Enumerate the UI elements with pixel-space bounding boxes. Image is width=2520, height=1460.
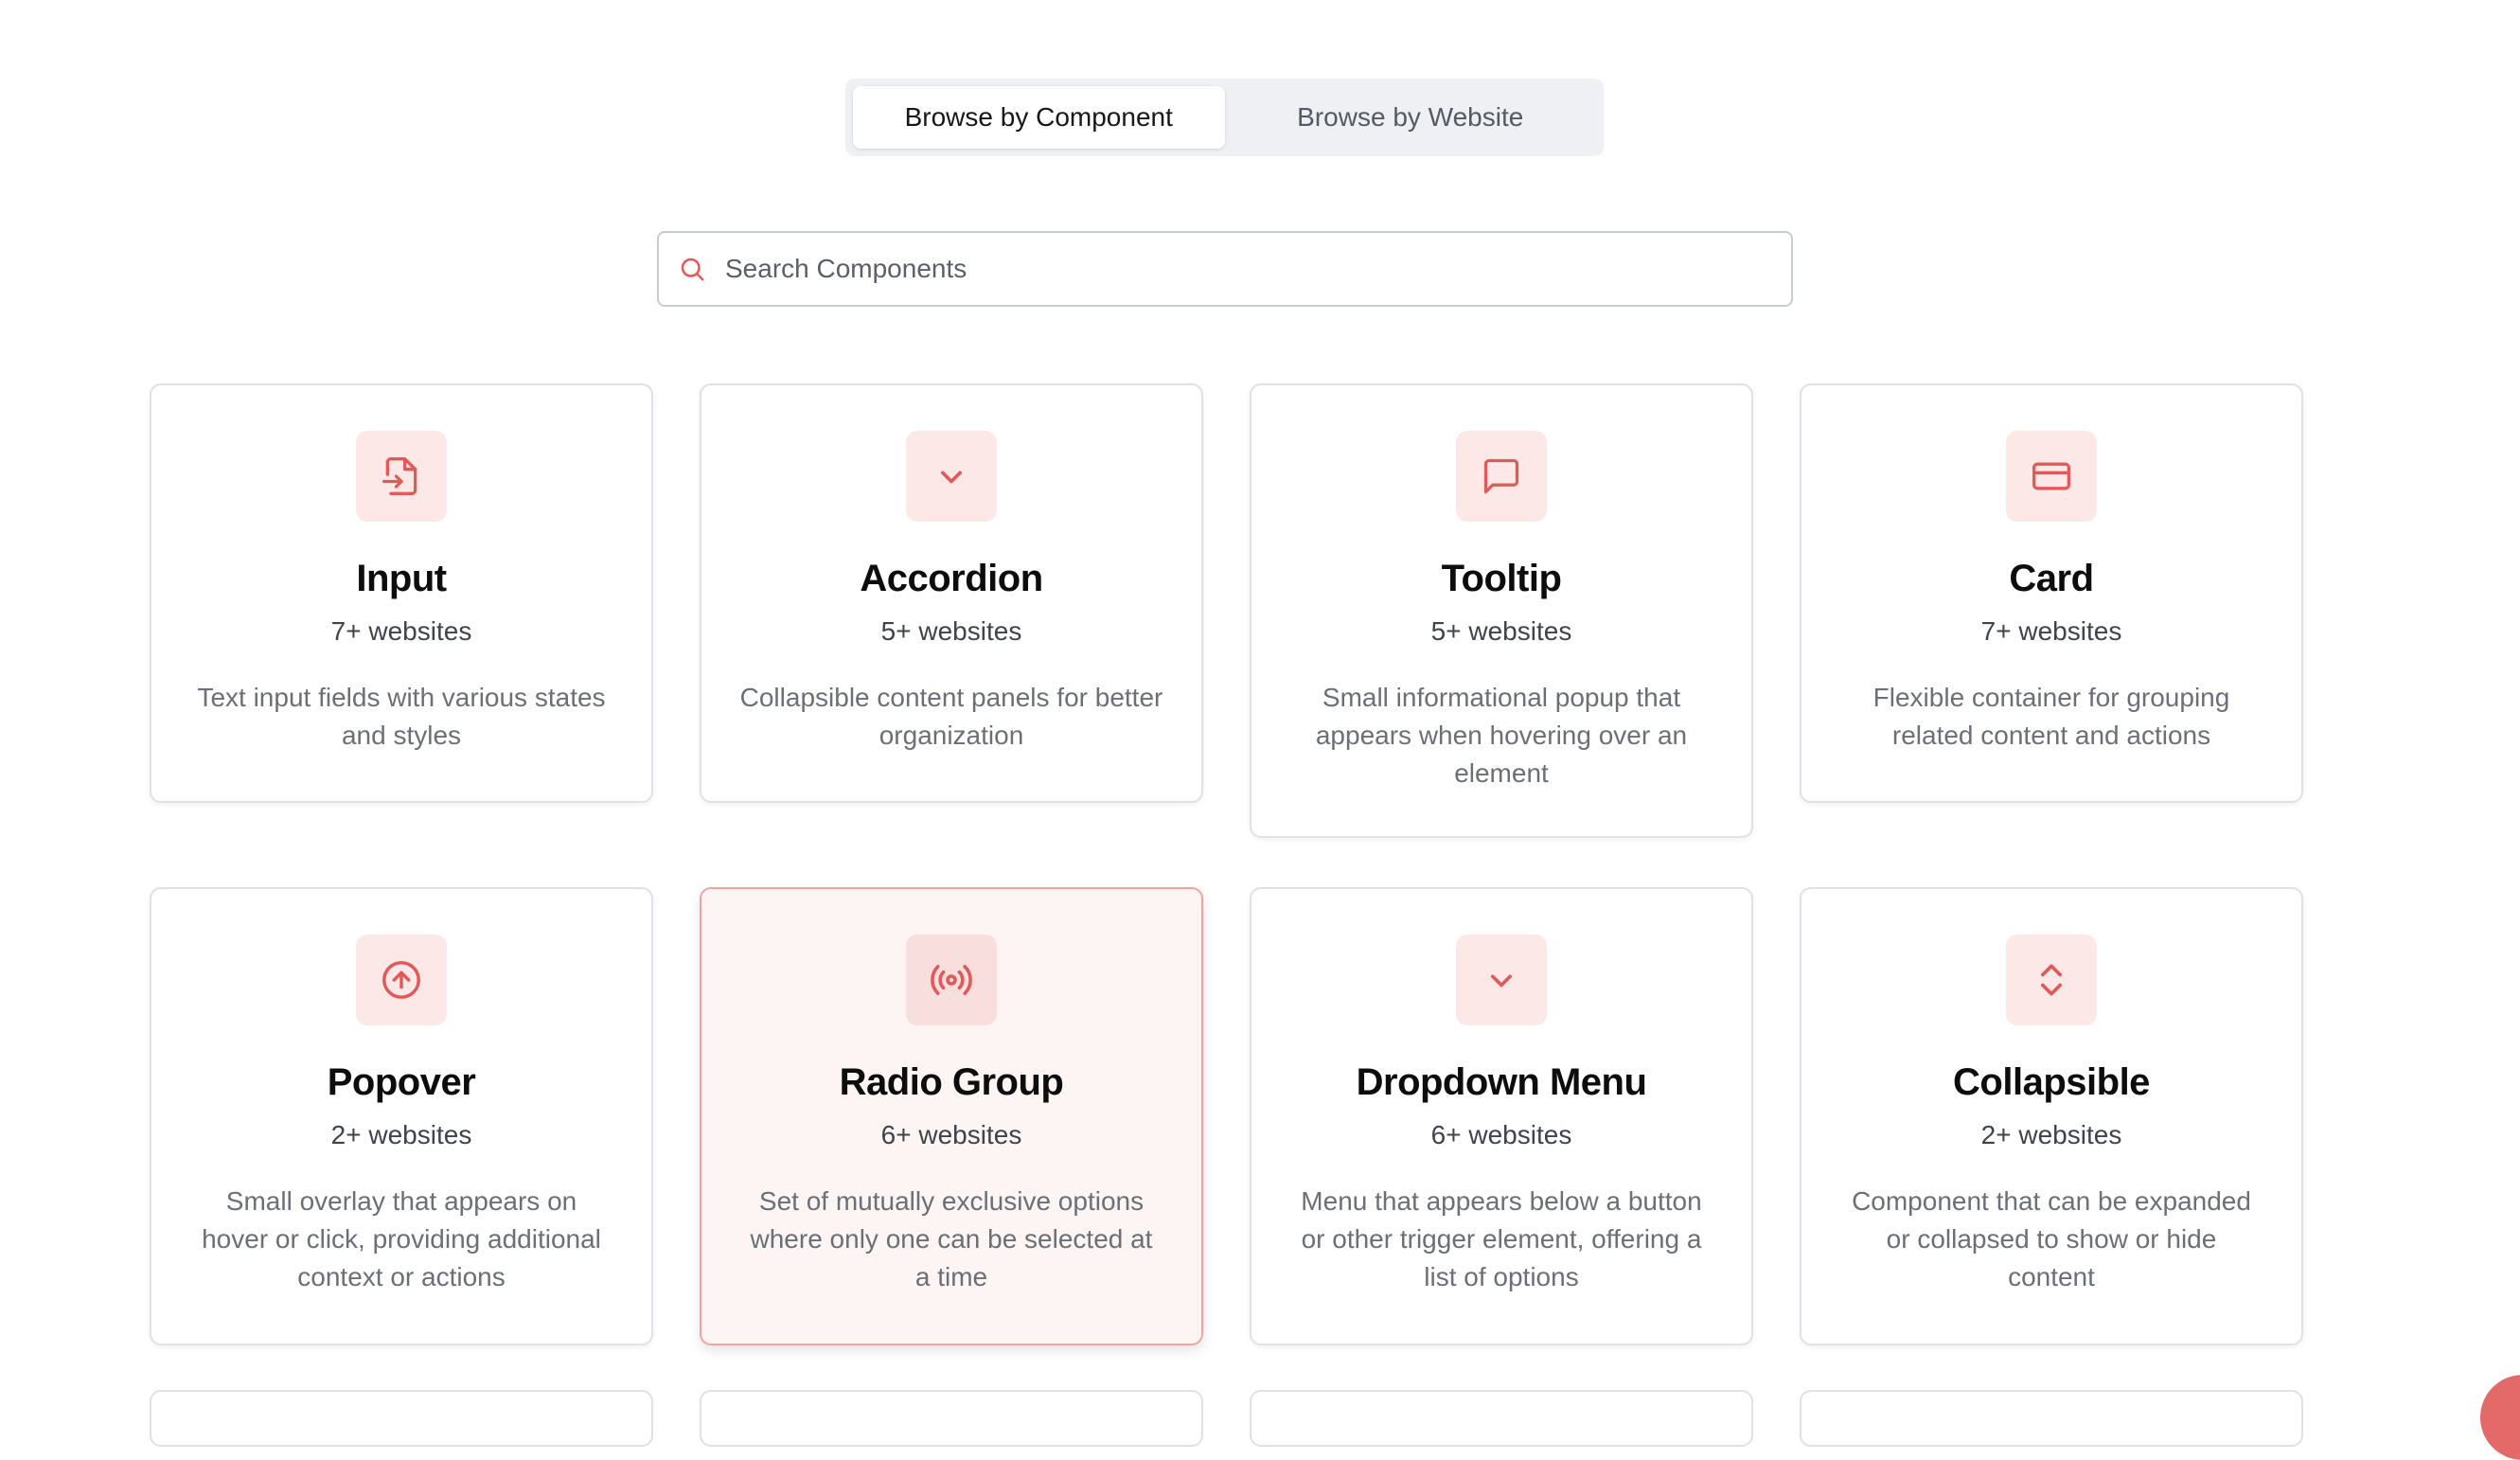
chevron-down-icon — [906, 431, 997, 522]
card-title: Dropdown Menu — [1356, 1061, 1647, 1103]
card-website-count: 7+ websites — [330, 616, 472, 646]
card-title: Popover — [327, 1061, 476, 1103]
card-popover[interactable]: Popover 2+ websites Small overlay that a… — [150, 887, 653, 1345]
search-icon — [681, 258, 704, 281]
card-tooltip[interactable]: Tooltip 5+ websites Small informational … — [1250, 383, 1753, 838]
message-square-icon — [1456, 431, 1547, 522]
card-title: Radio Group — [839, 1061, 1064, 1103]
card-description: Set of mutually exclusive options where … — [750, 1186, 1153, 1291]
card-accordion[interactable]: Accordion 5+ websites Collapsible conten… — [700, 383, 1203, 803]
card-input[interactable]: Input 7+ websites Text input fields with… — [150, 383, 653, 803]
floating-action-button[interactable] — [2480, 1375, 2520, 1460]
card-website-count: 7+ websites — [1980, 616, 2122, 646]
card-description: Small overlay that appears on hover or c… — [202, 1186, 601, 1291]
component-grid-row-1: Input 7+ websites Text input fields with… — [150, 383, 2303, 838]
card-website-count: 6+ websites — [880, 1120, 1022, 1149]
card-title: Tooltip — [1441, 558, 1562, 599]
card-website-count: 2+ websites — [1980, 1120, 2122, 1149]
card-dropdown-menu[interactable]: Dropdown Menu 6+ websites Menu that appe… — [1250, 887, 1753, 1345]
card-website-count: 5+ websites — [880, 616, 1022, 646]
card-title: Accordion — [860, 558, 1043, 599]
card-description: Menu that appears below a button or othe… — [1301, 1186, 1702, 1291]
card-radio-group[interactable]: Radio Group 6+ websites Set of mutually … — [700, 887, 1203, 1345]
file-input-icon — [356, 431, 447, 522]
card-partial[interactable] — [150, 1390, 653, 1447]
card-description: Small informational popup that appears w… — [1315, 683, 1688, 788]
card-description: Flexible container for grouping related … — [1872, 683, 2230, 750]
card-title: Card — [2009, 558, 2094, 599]
card-partial[interactable] — [1800, 1390, 2303, 1447]
card-website-count: 6+ websites — [1430, 1120, 1572, 1149]
card-website-count: 5+ websites — [1430, 616, 1572, 646]
card-collapsible[interactable]: Collapsible 2+ websites Component that c… — [1800, 887, 2303, 1345]
tab-browse-by-component[interactable]: Browse by Component — [853, 86, 1225, 149]
card-title: Input — [356, 558, 447, 599]
radio-icon — [906, 935, 997, 1025]
chevron-down-icon — [1456, 935, 1547, 1025]
card-website-count: 2+ websites — [330, 1120, 472, 1149]
card-partial[interactable] — [700, 1390, 1203, 1447]
credit-card-icon — [2006, 431, 2097, 522]
tab-browse-by-website[interactable]: Browse by Website — [1225, 86, 1597, 149]
search-input[interactable] — [723, 253, 1791, 285]
card-partial[interactable] — [1250, 1390, 1753, 1447]
card-description: Collapsible content panels for better or… — [739, 683, 1163, 750]
card-description: Component that can be expanded or collap… — [1852, 1186, 2251, 1291]
chevrons-up-down-icon — [2006, 935, 2097, 1025]
browse-tabs: Browse by Component Browse by Website — [845, 79, 1604, 156]
component-grid-row-2: Popover 2+ websites Small overlay that a… — [150, 887, 2303, 1345]
card-description: Text input fields with various states an… — [197, 683, 606, 750]
card-title: Collapsible — [1953, 1061, 2150, 1103]
circle-arrow-up-icon — [356, 935, 447, 1025]
search-bar — [657, 231, 1793, 307]
card-card[interactable]: Card 7+ websites Flexible container for … — [1800, 383, 2303, 803]
